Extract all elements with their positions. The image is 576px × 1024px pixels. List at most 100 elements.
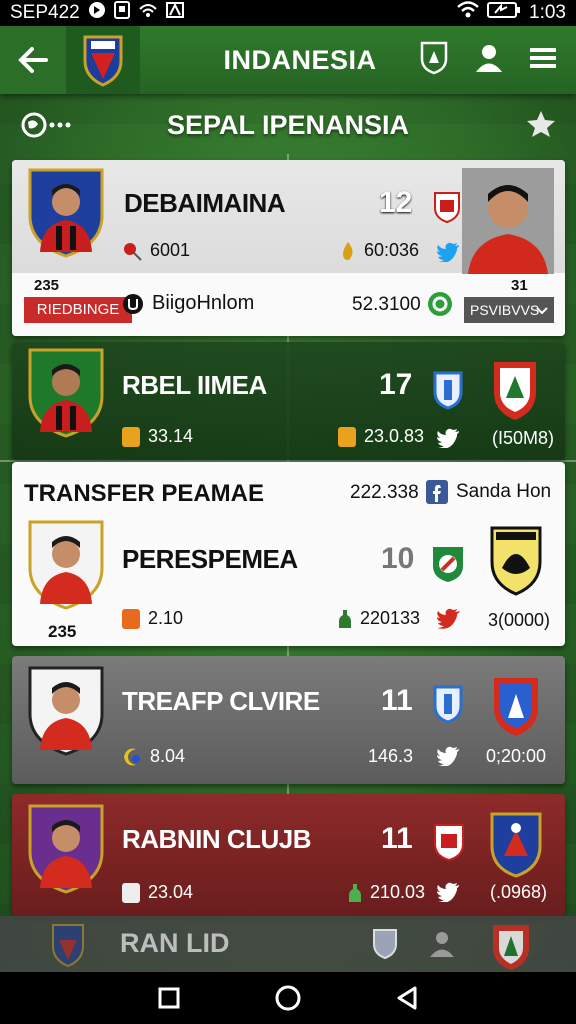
back-button[interactable] [0,26,66,94]
club-crest-icon [433,685,463,724]
profile-icon[interactable] [428,930,456,958]
player-shield-avatar [28,666,104,756]
right-value: 0;20:00 [486,746,547,766]
player-name: RBEL IIMEA [122,370,267,400]
player-card[interactable]: RABNIN CLUJB 11 23.04 210.03 (.0968) [12,794,565,916]
home-icon[interactable] [275,985,301,1011]
section-header: SEPAL IPENANSIA [0,96,576,154]
player-id: 235 [34,277,60,294]
twitter-icon[interactable] [436,746,460,766]
coin-icon [338,426,356,447]
transfer-title: TRANSFER PEAMAE [24,480,265,507]
recents-icon[interactable] [158,987,180,1009]
bottom-nav-label[interactable]: RAN LID [120,928,230,959]
player-id: 235 [48,622,77,641]
twitter-icon[interactable] [436,428,460,448]
stat-primary: 23.04 [122,882,193,903]
club-crest-icon [490,812,542,878]
player-photo [462,168,554,274]
player-name: TREAFP CLVIRE [122,686,320,716]
status-bar: SEP422 1:03 [0,0,576,26]
club-crest-icon [434,192,460,224]
wifi-icon [457,1,479,25]
stat-secondary: 60:036 [340,240,419,261]
player-card[interactable]: RBEL IIMEA 17 33.14 23.0.83 (I50M8) [12,342,565,460]
transfer-card[interactable]: TRANSFER PEAMAE 222.338 Sanda Hon PERESP… [12,462,565,646]
grey-badge-label: PSVIBVVS [470,302,540,318]
stat-secondary: 210.03 [348,882,425,903]
player-card[interactable]: DEBAIMAINA 12 6001 60:036 235 31 RIEDBIN… [12,160,565,336]
club-crest-icon [494,362,536,420]
player-name: RABNIN CLUJB [122,824,312,854]
red-badge[interactable]: RIEDBINGE [24,297,132,323]
facebook-link[interactable]: Sanda Hon [426,480,551,504]
profile-icon[interactable] [474,43,504,78]
data-icon [165,1,184,25]
twitter-icon[interactable] [436,882,460,902]
club-crest-icon [494,678,538,736]
bottle-icon [349,883,361,902]
player-number: 11 [381,822,413,855]
club-crest-icon [490,526,542,596]
player-name: PERESPEMEA [122,544,298,574]
moon-icon [124,748,140,765]
stat-secondary-value: 23.0.83 [364,426,425,446]
stat-primary: 6001 [122,240,190,261]
arrow-left-icon [18,47,48,73]
facebook-link-label: Sanda Hon [456,481,552,502]
player-right-number: 31 [511,277,528,294]
stat-secondary: 23.0.83 [338,426,424,447]
twitter-icon[interactable] [436,242,460,262]
menu-icon[interactable] [530,47,556,74]
stat-secondary-value: 60:036 [364,240,420,260]
nav-icon [88,1,106,25]
flame-icon [343,241,353,260]
stat-primary: 8.04 [122,746,185,767]
transfer-value: 222.338 [350,482,419,503]
card-icon [122,882,140,903]
refresh-icon[interactable] [426,290,454,318]
club-crest-icon [434,824,464,862]
sponsor-logo-icon [123,293,143,314]
app-bar: INDANESIA [0,26,576,94]
system-nav-bar [0,972,576,1024]
player-shield-avatar [28,348,104,438]
back-nav-icon[interactable] [396,986,418,1010]
right-value: (I50M8) [492,428,555,448]
bottle-icon [339,609,351,628]
club-crest-icon[interactable] [50,922,86,968]
bird-icon[interactable] [436,608,462,630]
stat-primary: 33.14 [122,426,193,447]
facebook-icon [426,480,448,504]
notification-icon [113,1,130,25]
club-logo [66,26,140,94]
stat-secondary: 220133 [338,608,420,629]
grey-badge[interactable]: PSVIBVVS [464,297,554,323]
player-card[interactable]: TREAFP CLVIRE 11 8.04 146.3 0;20:00 [12,656,565,784]
star-icon[interactable] [526,110,556,143]
stat-primary-value: 8.04 [150,746,186,766]
signal-icon [138,1,158,25]
globe-more-icon[interactable] [20,110,72,145]
clock-time: 1:03 [529,2,566,23]
club-crest-icon[interactable] [490,922,532,972]
player-number: 12 [379,186,413,219]
battery-icon [487,1,521,25]
league-shield-icon[interactable] [420,41,448,80]
sponsor-name: BiigoHnlom [152,292,255,314]
shield-icon[interactable] [372,928,398,960]
bottom-nav: RAN LID [0,916,576,972]
stat-secondary-value: 220133 [360,608,421,628]
shirt-icon [122,608,140,629]
stat-secondary-value: 146.3 [368,746,414,766]
stat-primary-value: 6001 [150,240,191,260]
app-title: INDANESIA [223,44,377,75]
player-number: 17 [379,368,413,401]
player-shield-avatar [28,804,104,894]
calendar-icon [122,426,140,447]
player-shield-avatar [28,520,104,610]
stat-primary: 2.10 [122,608,183,629]
chevron-icon [536,307,548,315]
stat-primary-value: 33.14 [148,426,194,446]
club-crest-icon [433,547,463,582]
